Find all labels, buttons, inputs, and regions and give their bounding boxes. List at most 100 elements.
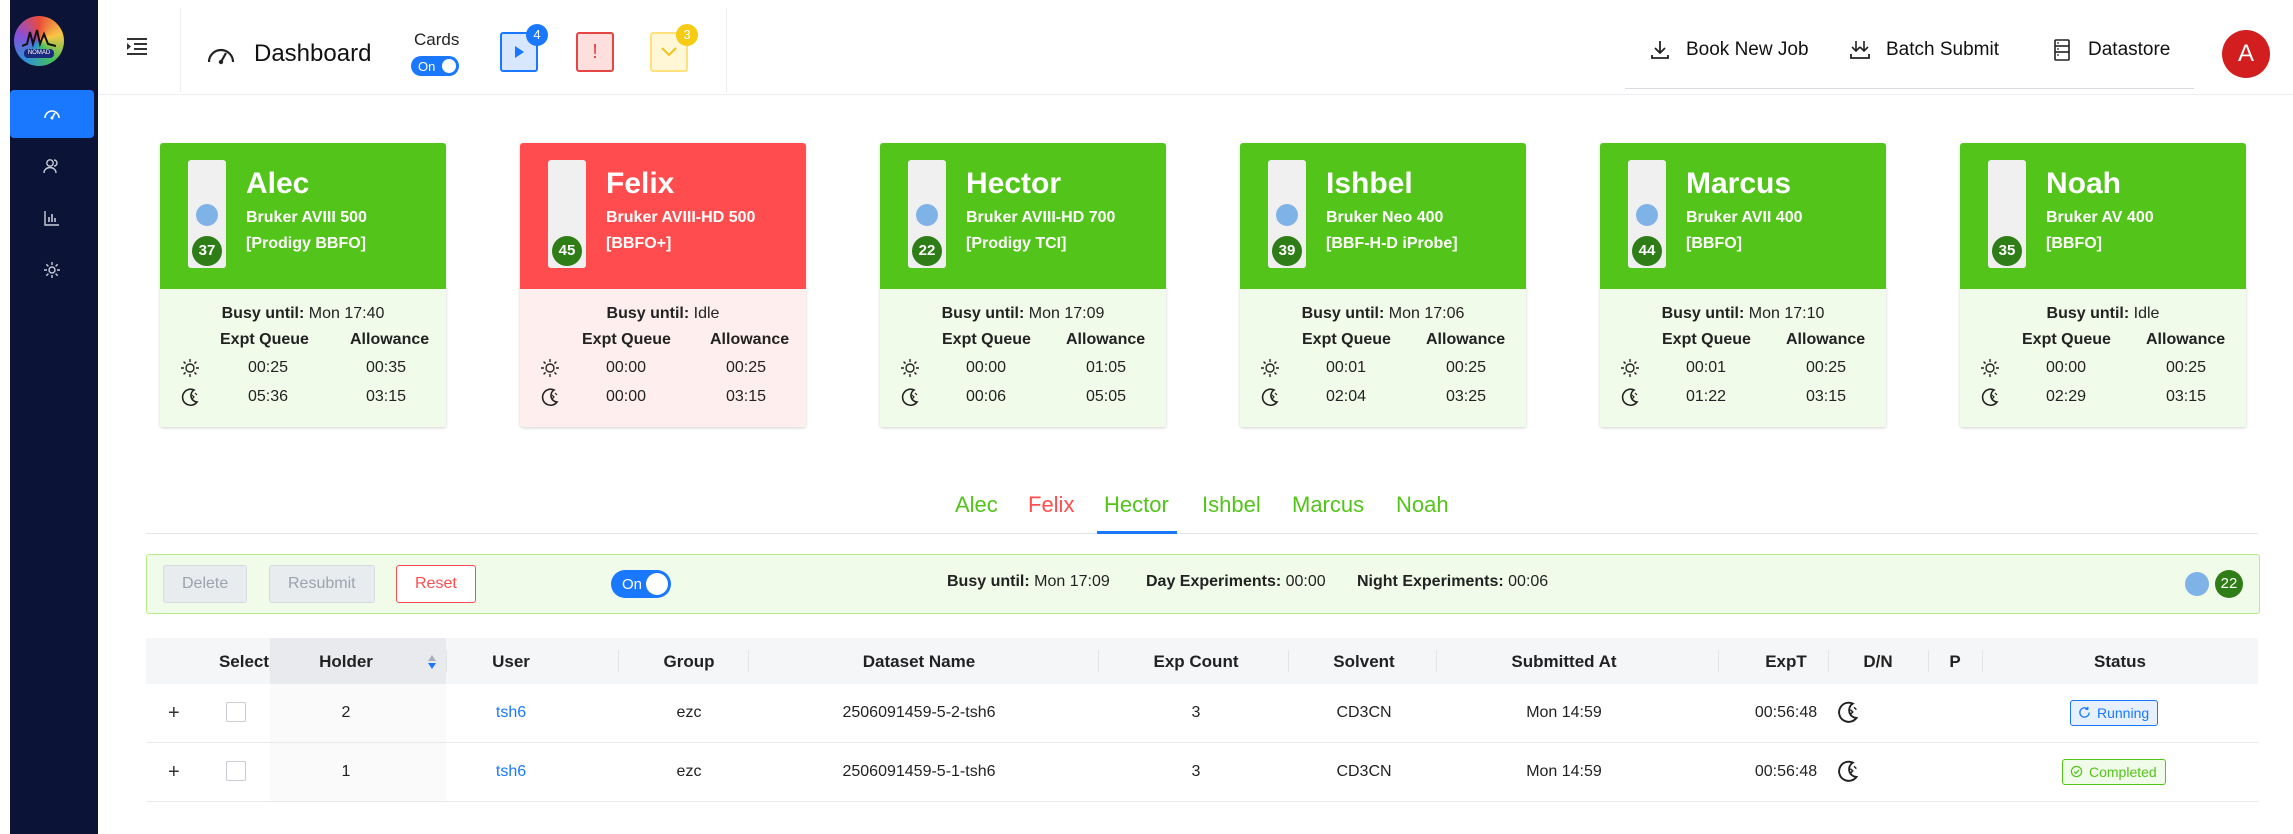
running-queue-button[interactable]: 4 (500, 24, 548, 72)
moon-icon (1261, 388, 1279, 407)
card-header: 35 Noah Bruker AV 400 [BBFO] (1960, 143, 2246, 289)
cards-label: Cards (414, 30, 460, 49)
busy-until: Busy until: Idle (520, 305, 806, 323)
busy-value: Mon 17:40 (308, 305, 385, 322)
sample-dot (196, 204, 218, 226)
instrument-card-ishbel[interactable]: 39 Ishbel Bruker Neo 400 [BBF-H-D iProbe… (1240, 143, 1526, 427)
row-select-checkbox[interactable] (226, 761, 246, 781)
sample-holder-icon: 39 (1268, 160, 1306, 268)
night-queue: 02:29 (2046, 388, 2087, 405)
top-header: Dashboard Cards On 4 ! 3 Book New Job Ba… (98, 0, 2293, 95)
instrument-model: Bruker Neo 400 (1326, 209, 1444, 226)
header-underline (1625, 88, 2194, 89)
instrument-card-noah[interactable]: 35 Noah Bruker AV 400 [BBFO] Busy until:… (1960, 143, 2246, 427)
row-select-checkbox[interactable] (226, 702, 246, 722)
expt-queue-heading: Expt Queue (942, 331, 1031, 348)
busy-value: Idle (693, 305, 720, 322)
gear-icon (44, 262, 60, 278)
day-queue: 00:00 (606, 359, 647, 376)
instrument-card-felix[interactable]: 45 Felix Bruker AVIII-HD 500 [BBFO+] Bus… (520, 143, 806, 427)
cards-toggle-label: On (418, 59, 436, 74)
night-allowance: 03:15 (366, 388, 407, 405)
busy-label: Busy until: (941, 305, 1025, 322)
instrument-model: Bruker AVIII-HD 500 (606, 209, 756, 226)
tab-hector[interactable]: Hector (1104, 492, 1169, 518)
app-frame: NOMAD Dashboard Cards On 4 ! 3 Book New … (0, 0, 2293, 834)
busy-value: Mon 17:06 (1388, 305, 1465, 322)
cards-toggle[interactable]: On (411, 56, 459, 76)
sidebar-item-stats[interactable] (10, 194, 94, 242)
expand-row-icon[interactable]: + (168, 702, 180, 725)
queue-toolbar: Delete Resubmit Reset On Busy until: Mon… (146, 554, 2260, 614)
running-count-badge: 4 (526, 24, 548, 46)
instrument-toggle[interactable]: On (611, 570, 671, 598)
column-header-solvent: Solvent (1333, 652, 1395, 671)
cell-exp-count: 3 (1191, 704, 1201, 721)
dashboard-icon (207, 48, 235, 65)
book-new-job-label: Book New Job (1686, 39, 1809, 60)
reset-button[interactable]: Reset (396, 565, 476, 603)
column-separator (1436, 650, 1437, 672)
book-new-job-link[interactable]: Book New Job (1648, 36, 1809, 64)
allowance-heading: Allowance (1066, 331, 1146, 348)
busy-value: Idle (2133, 305, 2160, 322)
resubmit-button[interactable]: Resubmit (269, 565, 375, 603)
tab-felix[interactable]: Felix (1028, 492, 1074, 518)
instrument-probe: [BBF-H-D iProbe] (1326, 235, 1458, 252)
sidebar-item-dashboard[interactable] (10, 90, 94, 138)
column-header-group: Group (663, 652, 715, 671)
moon-icon (901, 388, 919, 407)
night-queue: 00:06 (966, 388, 1007, 405)
instrument-model: Bruker AVII 400 (1686, 209, 1803, 226)
datastore-link[interactable]: Datastore (2050, 36, 2170, 64)
column-header-submitted-at: Submitted At (1511, 652, 1617, 671)
header-divider (180, 8, 181, 92)
tab-marcus[interactable]: Marcus (1292, 492, 1364, 518)
play-icon (515, 46, 524, 58)
app-logo[interactable]: NOMAD (14, 16, 64, 66)
menu-toggle-icon[interactable] (126, 36, 148, 56)
busy-until: Busy until: Mon 17:06 (1240, 305, 1526, 323)
card-body: Busy until: Mon 17:06 Expt Queue Allowan… (1240, 289, 1526, 427)
sun-icon (1621, 359, 1639, 377)
user-avatar[interactable]: A (2222, 30, 2270, 78)
check-circle-icon (2070, 765, 2083, 778)
tab-ishbel[interactable]: Ishbel (1202, 492, 1261, 518)
sun-icon (541, 359, 559, 377)
tab-alec[interactable]: Alec (955, 492, 998, 518)
completed-queue-button[interactable]: 3 (650, 24, 698, 72)
table-header: Select Holder User Group Dataset Name Ex… (146, 638, 2258, 685)
column-separator (1288, 650, 1289, 672)
sidebar-item-users[interactable] (10, 142, 94, 190)
night-queue: 00:00 (606, 388, 647, 405)
expand-row-icon[interactable]: + (168, 761, 180, 784)
sort-icon[interactable] (427, 652, 437, 672)
tab-noah[interactable]: Noah (1396, 492, 1449, 518)
logo-text: NOMAD (24, 49, 54, 58)
night-allowance: 03:25 (1446, 388, 1487, 405)
cell-holder: 1 (341, 763, 351, 780)
instrument-probe: [BBFO] (2046, 235, 2102, 252)
instrument-card-marcus[interactable]: 44 Marcus Bruker AVII 400 [BBFO] Busy un… (1600, 143, 1886, 427)
sample-dot (1636, 204, 1658, 226)
night-allowance: 03:15 (726, 388, 767, 405)
day-queue: 00:01 (1686, 359, 1727, 376)
card-header: 37 Alec Bruker AVIII 500 [Prodigy BBFO] (160, 143, 446, 289)
column-header-holder[interactable]: Holder (296, 652, 396, 672)
column-header-dataset-name: Dataset Name (862, 652, 976, 671)
card-header: 45 Felix Bruker AVIII-HD 500 [BBFO+] (520, 143, 806, 289)
error-queue-button[interactable]: ! (576, 32, 614, 72)
cell-user[interactable]: tsh6 (476, 704, 546, 722)
batch-submit-link[interactable]: Batch Submit (1848, 36, 1999, 64)
delete-button[interactable]: Delete (163, 565, 248, 603)
night-queue: 02:04 (1326, 388, 1367, 405)
sun-icon (901, 359, 919, 377)
cell-user[interactable]: tsh6 (476, 763, 546, 781)
day-queue: 00:25 (248, 359, 289, 376)
night-queue: 05:36 (248, 388, 289, 405)
download-icon (1651, 41, 1669, 59)
instrument-card-alec[interactable]: 37 Alec Bruker AVIII 500 [Prodigy BBFO] … (160, 143, 446, 427)
column-separator (446, 650, 447, 672)
instrument-card-hector[interactable]: 22 Hector Bruker AVIII-HD 700 [Prodigy T… (880, 143, 1166, 427)
sidebar-item-settings[interactable] (10, 246, 94, 294)
